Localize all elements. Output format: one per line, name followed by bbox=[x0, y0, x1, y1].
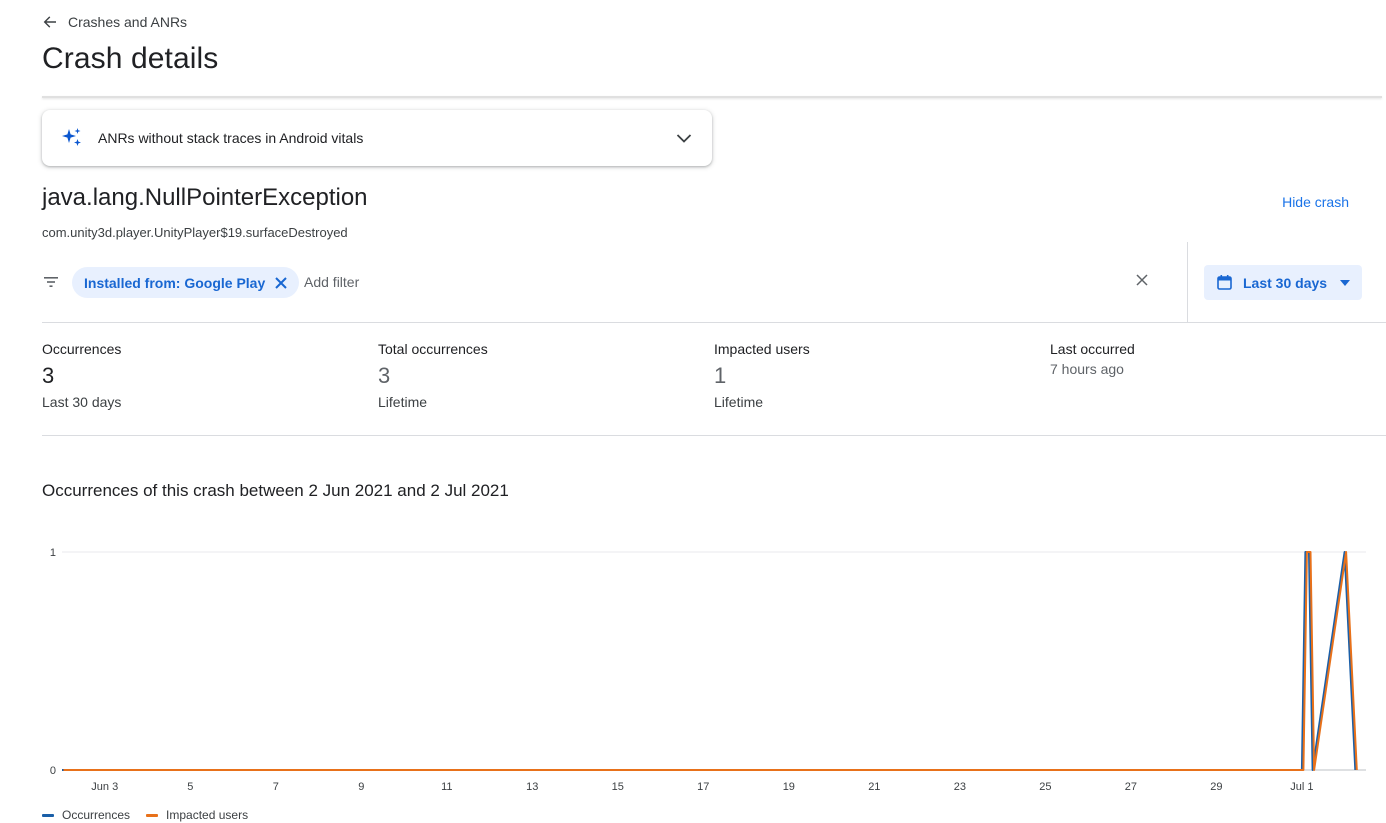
filter-chip-label: Installed from: Google Play bbox=[84, 274, 266, 291]
stat-label: Total occurrences bbox=[378, 341, 488, 357]
occurrences-line bbox=[62, 551, 1357, 771]
filter-chip-installed-from[interactable]: Installed from: Google Play bbox=[72, 267, 300, 298]
stat-sub: Last 30 days bbox=[42, 394, 122, 410]
clear-filters-icon[interactable] bbox=[1134, 272, 1150, 288]
close-icon[interactable] bbox=[273, 275, 289, 291]
x-tick-label: 21 bbox=[868, 781, 880, 793]
filter-divider bbox=[1187, 242, 1188, 323]
legend-swatch bbox=[146, 813, 159, 817]
stat-total-occurrences: Total occurrences 3 Lifetime bbox=[378, 341, 488, 410]
legend-swatch bbox=[42, 813, 54, 817]
legend-item-impacted-users[interactable]: Impacted users bbox=[146, 808, 248, 822]
stat-last-occurred: Last occurred 7 hours ago bbox=[1050, 341, 1135, 377]
legend-item-occurrences[interactable]: Occurrences bbox=[42, 808, 130, 822]
stat-label: Occurrences bbox=[42, 341, 122, 357]
x-tick-label: 27 bbox=[1125, 781, 1137, 793]
promo-text: ANRs without stack traces in Android vit… bbox=[98, 130, 364, 146]
stat-value: 3 bbox=[42, 363, 55, 388]
crash-location: com.unity3d.player.UnityPlayer$19.surfac… bbox=[42, 225, 348, 240]
chevron-down-icon[interactable] bbox=[674, 128, 694, 148]
filter-list-icon[interactable] bbox=[42, 273, 60, 291]
x-tick-label: 29 bbox=[1210, 781, 1222, 793]
x-tick-label: 17 bbox=[697, 781, 709, 793]
title-divider bbox=[42, 96, 1382, 98]
back-link[interactable]: Crashes and ANRs bbox=[42, 14, 187, 30]
stat-impacted-users: Impacted users 1 Lifetime bbox=[714, 341, 810, 410]
x-tick-label: Jun 3 bbox=[91, 781, 118, 793]
x-tick-label: 13 bbox=[526, 781, 538, 793]
page-title: Crash details bbox=[42, 42, 219, 75]
stat-value: 7 hours ago bbox=[1050, 361, 1124, 377]
calendar-icon bbox=[1217, 275, 1232, 290]
chart-svg: 0 1 Jun 3 5 7 9 11 13 15 17 19 21 23 25 27 29 Jul 1 bbox=[50, 547, 1366, 793]
arrow-back-icon bbox=[43, 16, 56, 28]
impacted-users-line bbox=[63, 551, 1358, 771]
x-tick-label: 9 bbox=[358, 781, 364, 793]
x-tick-label: 5 bbox=[187, 781, 193, 793]
x-tick-label: 19 bbox=[783, 781, 795, 793]
hide-crash-button[interactable]: Hide crash bbox=[1282, 194, 1349, 210]
promo-card[interactable]: ANRs without stack traces in Android vit… bbox=[42, 110, 712, 166]
sparkle-icon bbox=[62, 128, 81, 146]
caret-down-icon bbox=[1340, 279, 1350, 286]
chart-title: Occurrences of this crash between 2 Jun … bbox=[42, 481, 509, 500]
back-link-label: Crashes and ANRs bbox=[68, 14, 188, 30]
crash-exception-title: java.lang.NullPointerException bbox=[42, 184, 368, 211]
y-tick-label: 0 bbox=[50, 765, 56, 777]
legend-label: Impacted users bbox=[166, 808, 249, 822]
stat-value: 3 bbox=[378, 363, 391, 388]
x-tick-label: 7 bbox=[273, 781, 279, 793]
x-tick-label: 25 bbox=[1039, 781, 1051, 793]
x-tick-label: 11 bbox=[441, 781, 452, 793]
stat-sub: Lifetime bbox=[378, 394, 428, 410]
stat-label: Impacted users bbox=[714, 341, 810, 357]
y-tick-label: 1 bbox=[50, 547, 56, 559]
date-range-label: Last 30 days bbox=[1243, 274, 1328, 291]
legend-label: Occurrences bbox=[62, 808, 131, 822]
x-tick-label: 23 bbox=[954, 781, 966, 793]
add-filter-input[interactable]: Add filter bbox=[304, 274, 359, 290]
stat-occurrences: Occurrences 3 Last 30 days bbox=[42, 341, 121, 410]
chart-legend: Occurrences Impacted users bbox=[42, 808, 248, 822]
x-tick-label: Jul 1 bbox=[1290, 781, 1313, 793]
x-tick-label: 15 bbox=[612, 781, 624, 793]
stats-row: Occurrences 3 Last 30 days Total occurre… bbox=[42, 323, 1386, 436]
stat-label: Last occurred bbox=[1050, 341, 1135, 357]
filter-bar: Installed from: Google Play Add filter L… bbox=[42, 242, 1386, 323]
stat-sub: Lifetime bbox=[714, 394, 764, 410]
date-range-button[interactable]: Last 30 days bbox=[1204, 265, 1362, 300]
occurrences-chart: 0 1 Jun 3 5 7 9 11 13 15 17 19 21 23 25 27 29 Jul 1 bbox=[0, 530, 1386, 800]
stat-value: 1 bbox=[714, 363, 727, 388]
